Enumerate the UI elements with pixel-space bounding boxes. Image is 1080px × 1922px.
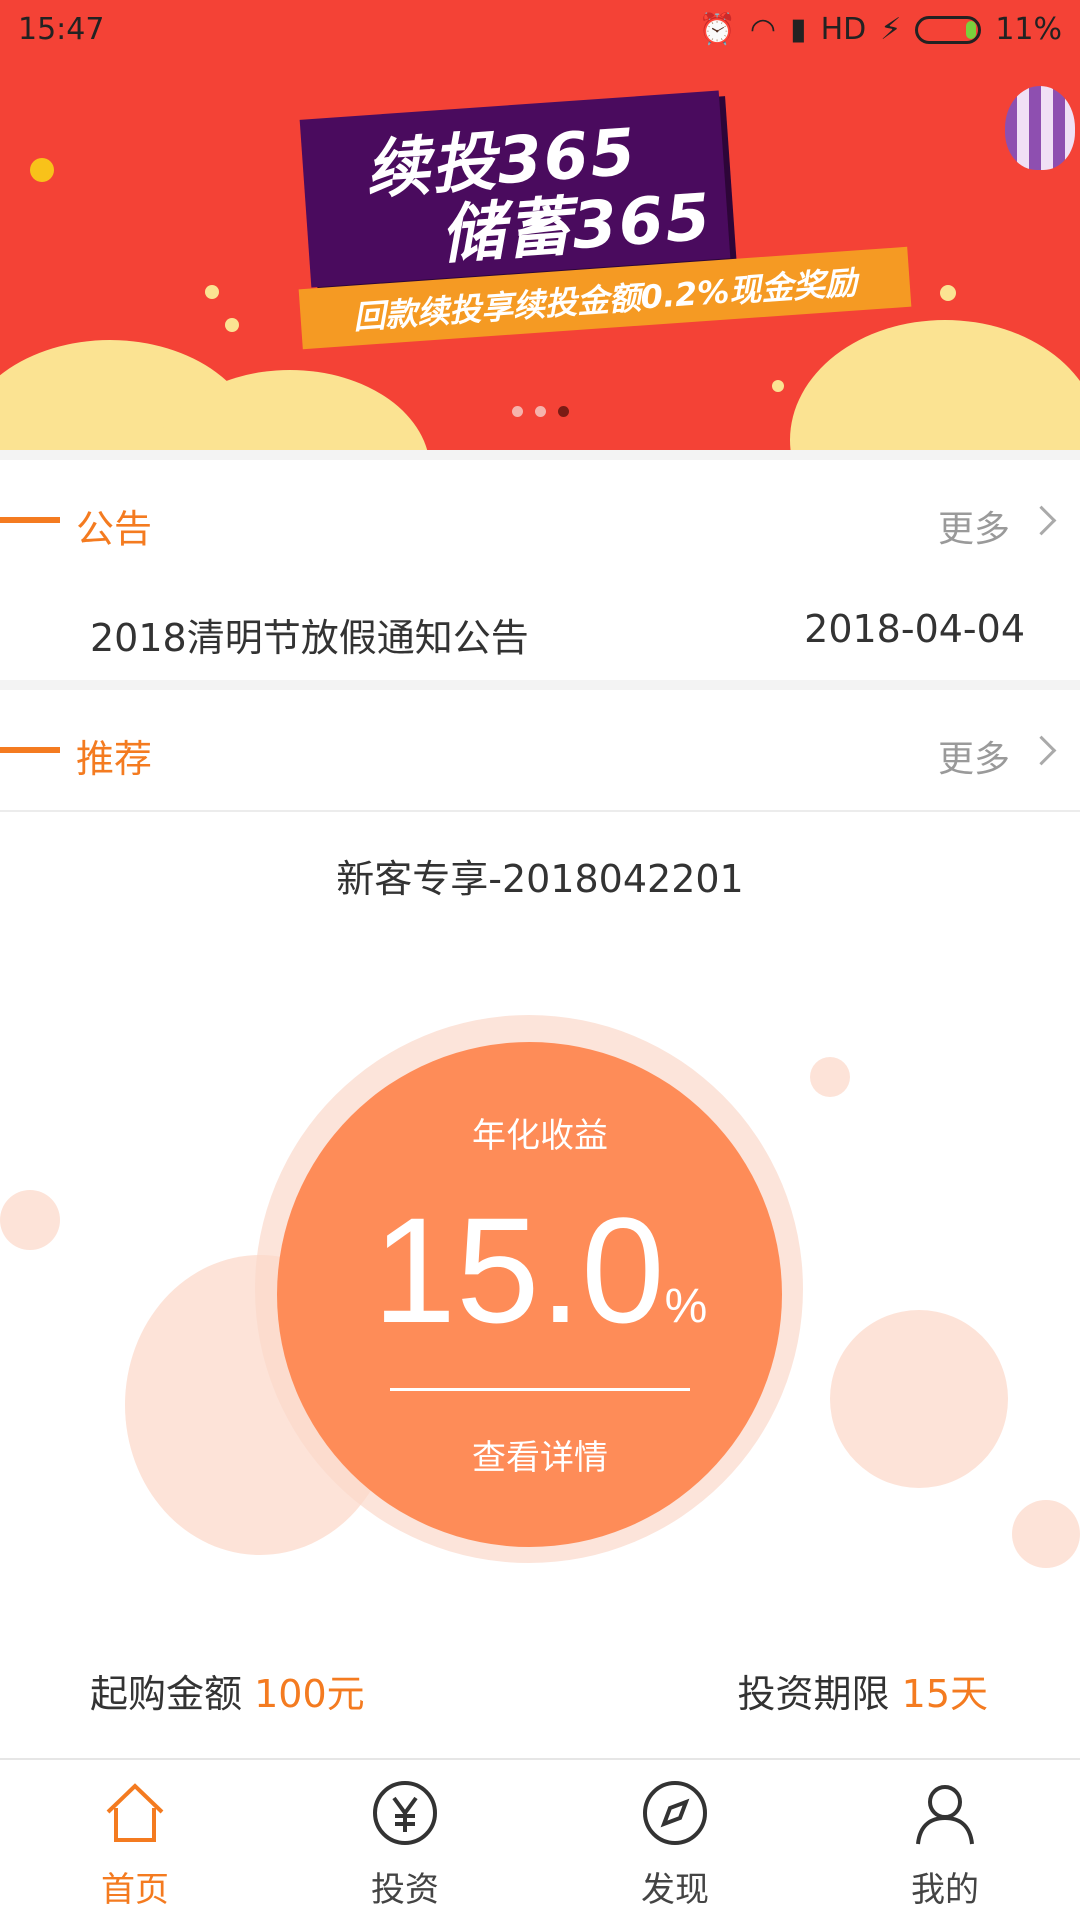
view-details-link[interactable]: 查看详情 (0, 1430, 1080, 1479)
rate-unit: % (664, 1280, 708, 1333)
bubble-decoration (810, 1057, 850, 1097)
bottom-tab-bar: 首页 投资 发现 我的 (0, 1758, 1080, 1922)
tab-label: 首页 (101, 1870, 169, 1910)
confetti-decoration (940, 285, 956, 301)
chevron-right-icon[interactable] (1026, 505, 1057, 536)
tab-label: 投资 (371, 1870, 439, 1910)
min-amount-label: 起购金额 (90, 1672, 243, 1716)
status-time: 15:47 (18, 12, 105, 47)
bubble-decoration (1012, 1500, 1080, 1568)
tab-label: 我的 (911, 1870, 979, 1910)
page-dot-active (558, 406, 569, 417)
tab-label: 发现 (641, 1870, 709, 1910)
battery-icon (915, 15, 982, 44)
term-value: 15天 (901, 1672, 988, 1716)
min-amount: 起购金额 100元 (90, 1663, 365, 1718)
rate-label: 年化收益 (472, 1116, 608, 1156)
notice-header: 公告 更多 (0, 460, 1080, 580)
recommend-header: 推荐 更多 (0, 690, 1080, 812)
rate-value-row: 15.0% (0, 1195, 1080, 1382)
coin-decoration (30, 158, 54, 182)
alarm-icon: ⏰ (698, 12, 736, 47)
user-icon (916, 1785, 974, 1845)
home-icon (106, 1783, 164, 1842)
product-name: 新客专享-2018042201 (336, 857, 744, 901)
compass-icon (643, 1781, 707, 1845)
tab-home[interactable]: 首页 (0, 1760, 270, 1922)
promo-banner[interactable]: 续投365 储蓄365 回款续投享续投金额0.2%现金奖励 (0, 0, 1080, 450)
battery-percent: 11% (995, 12, 1062, 47)
rate-divider (390, 1388, 690, 1391)
tab-discover[interactable]: 发现 (540, 1760, 810, 1922)
banner-pagination (512, 406, 569, 417)
notice-title: 公告 (76, 507, 153, 551)
notice-section: 公告 更多 2018清明节放假通知公告 2018-04-04 (0, 460, 1080, 680)
notice-item-title[interactable]: 2018清明节放假通知公告 (90, 607, 529, 662)
cloud-decoration (790, 320, 1080, 450)
chevron-right-icon[interactable] (1026, 735, 1057, 766)
status-bar: 15:47 ⏰ ◠ ▮ HD ⚡ 11% (0, 0, 1080, 62)
network-type: HD (820, 12, 867, 47)
wifi-icon: ◠ (749, 12, 777, 47)
page-dot (535, 406, 546, 417)
term: 投资期限 15天 (738, 1663, 988, 1718)
confetti-decoration (772, 380, 784, 392)
signal-icon: ▮ (790, 12, 807, 47)
charging-icon: ⚡ (880, 12, 902, 47)
section-accent-bar (0, 517, 60, 523)
recommend-more-link[interactable]: 更多 (938, 730, 1010, 782)
tab-mine[interactable]: 我的 (810, 1760, 1080, 1922)
section-accent-bar (0, 747, 60, 753)
confetti-decoration (225, 318, 239, 332)
rate-value: 15.0 (372, 1186, 665, 1354)
notice-item-date: 2018-04-04 (804, 607, 1025, 651)
notice-more-link[interactable]: 更多 (938, 500, 1010, 552)
confetti-decoration (205, 285, 219, 299)
term-label: 投资期限 (737, 1672, 890, 1716)
balloon-icon (1005, 86, 1075, 170)
yen-icon (373, 1781, 437, 1845)
status-icons: ⏰ ◠ ▮ HD ⚡ 11% (699, 12, 1063, 47)
recommend-title: 推荐 (76, 737, 153, 781)
tab-invest[interactable]: 投资 (270, 1760, 540, 1922)
min-amount-value: 100元 (254, 1672, 365, 1716)
page-dot (512, 406, 523, 417)
banner-headline-2: 储蓄365 (438, 180, 715, 274)
